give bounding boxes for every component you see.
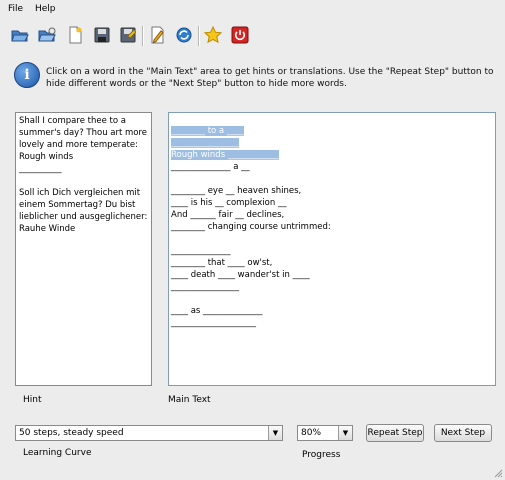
main-text-span[interactable]: ______________ a __	[171, 162, 250, 172]
main-text-line[interactable]: ______________ a __	[171, 161, 493, 173]
main-text-span[interactable]: ____ death ____ wander'st in ____	[171, 270, 310, 280]
main-text-line[interactable]: ________________	[171, 281, 493, 293]
hint-line[interactable]: lieblicher und ausgeglichener:	[19, 211, 148, 223]
hint-line[interactable]	[19, 175, 148, 187]
toolbar	[0, 22, 505, 52]
main-text-area[interactable]: ________ to a ____ ________________ Rough …	[168, 112, 496, 386]
main-text-line[interactable]: ____________________	[171, 317, 493, 329]
repeat-step-button[interactable]: Repeat Step	[366, 424, 424, 442]
main-text-line[interactable]: ________ eye __ heaven shines,	[171, 185, 493, 197]
instructions-text: Click on a word in the "Main Text" area …	[46, 67, 494, 89]
main-text-line[interactable]: ____ as ______________	[171, 305, 493, 317]
main-text-span[interactable]: ______________	[171, 246, 231, 256]
progress-value: 80%	[301, 428, 322, 438]
hint-line[interactable]: Soll ich Dich vergleichen mit	[19, 187, 148, 199]
hint-line[interactable]: Rauhe Winde	[19, 223, 148, 235]
learning-curve-label: Learning Curve	[23, 448, 92, 458]
star-icon[interactable]	[203, 25, 223, 45]
main-text-line[interactable]: ______________	[171, 245, 493, 257]
new-document-icon[interactable]	[65, 25, 85, 45]
resize-grip-icon[interactable]	[493, 468, 503, 478]
hint-line[interactable]: __________	[19, 163, 148, 175]
main-text-line[interactable]: ________ changing course untrimmed:	[171, 221, 493, 233]
main-text-line[interactable]	[171, 173, 493, 185]
open-folder-icon[interactable]	[10, 25, 30, 45]
main-text-span[interactable]: ________ eye __ heaven shines,	[171, 186, 301, 196]
main-text-span[interactable]: ________ to a ____	[171, 126, 244, 136]
menu-bar: File Help	[0, 0, 505, 18]
main-text-span[interactable]: And ______ fair __ declines,	[171, 210, 284, 220]
main-text-span[interactable]: Rough winds ____________	[171, 150, 279, 160]
main-text-line[interactable]	[171, 233, 493, 245]
progress-label: Progress	[302, 450, 341, 460]
next-step-button[interactable]: Next Step	[434, 424, 492, 442]
hint-line[interactable]: lovely and more temperate:	[19, 139, 148, 151]
learning-curve-select[interactable]: 50 steps, steady speed ▼	[15, 425, 283, 441]
edit-pencil-icon[interactable]	[147, 25, 167, 45]
main-text-span[interactable]: ________________	[171, 282, 239, 292]
hint-text-area[interactable]: Shall I compare thee to a summer's day? T…	[15, 112, 152, 386]
refresh-icon[interactable]	[174, 25, 194, 45]
main-text-span[interactable]: ____ is his __ complexion __	[171, 198, 286, 208]
save-as-icon[interactable]	[118, 25, 138, 45]
open-file-icon[interactable]	[37, 25, 57, 45]
main-text-line[interactable]: ____ death ____ wander'st in ____	[171, 269, 493, 281]
main-text-span[interactable]: ________________	[171, 138, 239, 148]
hint-label: Hint	[23, 395, 42, 405]
main-text-line[interactable]: ________________	[171, 137, 493, 149]
hint-line[interactable]: Shall I compare thee to a	[19, 115, 148, 127]
chevron-down-icon[interactable]: ▼	[338, 426, 352, 440]
main-text-span[interactable]: ____ as ______________	[171, 306, 263, 316]
main-text-span[interactable]: ________ that ____ ow'st,	[171, 258, 272, 268]
progress-select[interactable]: 80% ▼	[297, 425, 353, 441]
main-text-label: Main Text	[168, 395, 211, 405]
main-text-line[interactable]: Rough winds ____________	[171, 149, 493, 161]
menu-help[interactable]: Help	[35, 4, 56, 14]
main-text-span[interactable]: ________ changing course untrimmed:	[171, 222, 331, 232]
learning-curve-value: 50 steps, steady speed	[19, 428, 124, 438]
main-text-line[interactable]: ________ to a ____	[171, 125, 493, 137]
hint-line[interactable]: einem Sommertag? Du bist	[19, 199, 148, 211]
power-icon[interactable]	[230, 25, 250, 45]
info-icon: i	[14, 62, 40, 88]
main-text-line[interactable]: ____ is his __ complexion __	[171, 197, 493, 209]
save-icon[interactable]	[92, 25, 112, 45]
hint-line[interactable]: summer's day? Thou art more	[19, 127, 148, 139]
menu-file[interactable]: File	[8, 4, 23, 14]
main-text-line[interactable]: And ______ fair __ declines,	[171, 209, 493, 221]
main-text-line[interactable]	[171, 293, 493, 305]
hint-line[interactable]: Rough winds	[19, 151, 148, 163]
main-text-line[interactable]: ________ that ____ ow'st,	[171, 257, 493, 269]
chevron-down-icon[interactable]: ▼	[268, 426, 282, 440]
main-text-span[interactable]: ____________________	[171, 318, 256, 328]
